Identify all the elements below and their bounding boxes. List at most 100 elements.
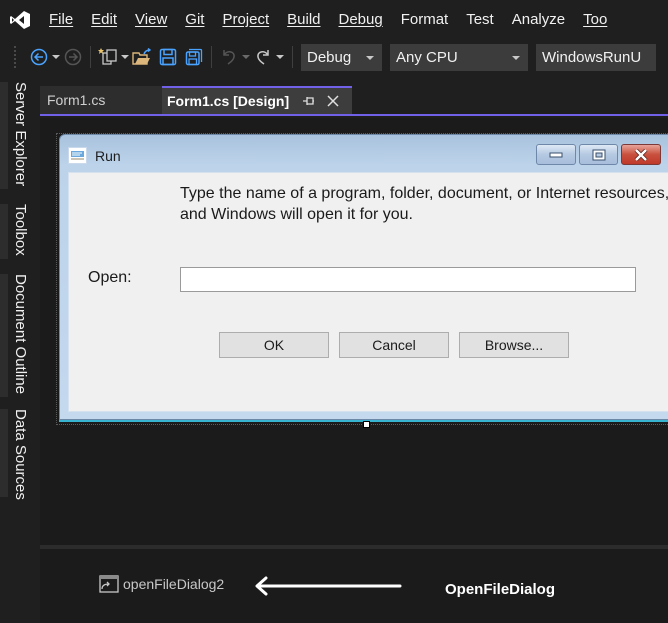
open-label: Open: [88, 269, 132, 286]
open-file-icon [132, 48, 152, 65]
menu-tools-label: Too [583, 11, 608, 28]
menu-debug-label: Debug [338, 11, 383, 28]
menu-project[interactable]: Project [213, 0, 278, 40]
tab-label: Form1.cs [47, 92, 106, 108]
save-icon [159, 48, 177, 66]
menu-git-label: Git [185, 11, 205, 28]
solution-platform-value: Any CPU [396, 48, 458, 66]
document-tab-well: Form1.cs Form1.cs [Design] [40, 86, 668, 116]
visual-studio-logo-icon[interactable] [0, 0, 40, 40]
close-tab-icon[interactable] [325, 93, 341, 109]
open-file-dialog-icon [99, 575, 119, 593]
resize-handle[interactable] [363, 421, 370, 428]
side-tab-bar [0, 274, 8, 397]
undo-button[interactable] [218, 45, 240, 69]
component-open-file-dialog[interactable]: openFileDialog2 [99, 575, 224, 593]
menu-git[interactable]: Git [176, 0, 213, 40]
menu-debug[interactable]: Debug [330, 0, 392, 40]
navigate-forward-icon [64, 48, 82, 66]
menu-file[interactable]: File [40, 0, 82, 40]
minimize-icon [549, 152, 563, 157]
navigate-back-dropdown[interactable] [50, 45, 62, 69]
startup-project-combo[interactable]: WindowsRunU [536, 43, 656, 71]
solution-configuration-combo[interactable]: Debug [301, 43, 382, 71]
open-input[interactable] [180, 267, 636, 292]
new-project-button[interactable] [97, 45, 119, 69]
menu-file-label: File [49, 11, 74, 28]
close-icon [634, 148, 648, 161]
menu-build-label: Build [287, 11, 321, 28]
redo-dropdown[interactable] [274, 45, 286, 69]
side-tab-document-outline[interactable]: Document Outline [0, 274, 40, 397]
menu-format-label: Format [400, 11, 449, 28]
annotation-label: OpenFileDialog [445, 581, 556, 598]
undo-dropdown[interactable] [240, 45, 252, 69]
menu-build[interactable]: Build [278, 0, 329, 40]
menu-project-label: Project [222, 11, 270, 28]
maximize-icon [592, 149, 605, 160]
new-project-dropdown[interactable] [119, 45, 131, 69]
menu-tools[interactable]: Too [574, 0, 616, 40]
side-tab-data-sources[interactable]: Data Sources [0, 409, 40, 500]
cancel-button[interactable]: Cancel [339, 332, 449, 358]
window-title: Run [95, 148, 121, 164]
startup-project-value: WindowsRunU [542, 48, 642, 66]
menu-test[interactable]: Test [457, 0, 503, 40]
component-tray: openFileDialog2 OpenFileDialog [40, 549, 668, 623]
tab-form1-cs-design[interactable]: Form1.cs [Design] [162, 86, 352, 114]
dialog-client-area: Type the name of a program, folder, docu… [68, 172, 668, 412]
toolbar-grip[interactable] [14, 46, 18, 68]
redo-icon [257, 50, 269, 65]
toolbar-separator [90, 46, 91, 68]
redo-button[interactable] [252, 45, 274, 69]
menu-analyze-label: Analyze [511, 11, 566, 28]
save-button[interactable] [157, 45, 179, 69]
side-tab-bar [0, 204, 8, 259]
side-tab-server-explorer[interactable]: Server Explorer [0, 82, 40, 189]
menu-view-label: View [135, 11, 168, 28]
pin-tab-icon[interactable] [301, 93, 317, 109]
new-project-icon [98, 48, 117, 65]
browse-button[interactable]: Browse... [459, 332, 569, 358]
menu-edit[interactable]: Edit [82, 0, 126, 40]
chevron-down-icon [366, 55, 374, 60]
left-tool-strip: Server Explorer Toolbox Document Outline… [0, 74, 40, 623]
side-tab-toolbox[interactable]: Toolbox [0, 204, 40, 259]
ok-button[interactable]: OK [219, 332, 329, 358]
navigate-forward-button[interactable] [62, 45, 84, 69]
save-all-icon [185, 48, 203, 66]
side-tab-label: Server Explorer [12, 82, 29, 187]
annotation-arrow-icon [255, 576, 402, 596]
tab-form1-cs[interactable]: Form1.cs [40, 86, 162, 114]
solution-configuration-value: Debug [307, 48, 352, 66]
side-tab-label: Toolbox [12, 204, 29, 256]
side-tab-bar [0, 409, 8, 497]
side-tab-label: Data Sources [12, 409, 29, 500]
menu-edit-label: Edit [91, 11, 118, 28]
side-tab-bar [0, 82, 8, 189]
menu-bar: File Edit View Git Project Build Debug F… [0, 0, 668, 40]
close-window-button[interactable] [621, 144, 661, 165]
toolbar-separator [292, 46, 293, 68]
undo-icon [223, 50, 235, 65]
menu-view[interactable]: View [126, 0, 176, 40]
open-file-button[interactable] [131, 45, 153, 69]
navigate-back-icon [30, 48, 48, 66]
save-all-button[interactable] [183, 45, 205, 69]
run-description: Type the name of a program, folder, docu… [180, 185, 668, 223]
navigate-back-button[interactable] [28, 45, 50, 69]
component-label: openFileDialog2 [123, 576, 225, 592]
run-form-window[interactable]: Run Type the name of a program, folder, … [59, 134, 668, 422]
tab-label: Form1.cs [Design] [167, 93, 290, 109]
toolbar-separator [211, 46, 212, 68]
form-designer-surface: Run Type the name of a program, folder, … [40, 118, 668, 545]
menu-analyze[interactable]: Analyze [503, 0, 574, 40]
standard-toolbar: Debug Any CPU WindowsRunU [0, 40, 668, 74]
minimize-button[interactable] [536, 144, 576, 165]
maximize-button[interactable] [579, 144, 618, 165]
side-tab-label: Document Outline [12, 274, 29, 395]
menu-format[interactable]: Format [392, 0, 458, 40]
solution-platform-combo[interactable]: Any CPU [390, 43, 528, 71]
menu-test-label: Test [466, 11, 494, 28]
run-window-icon [68, 147, 87, 164]
